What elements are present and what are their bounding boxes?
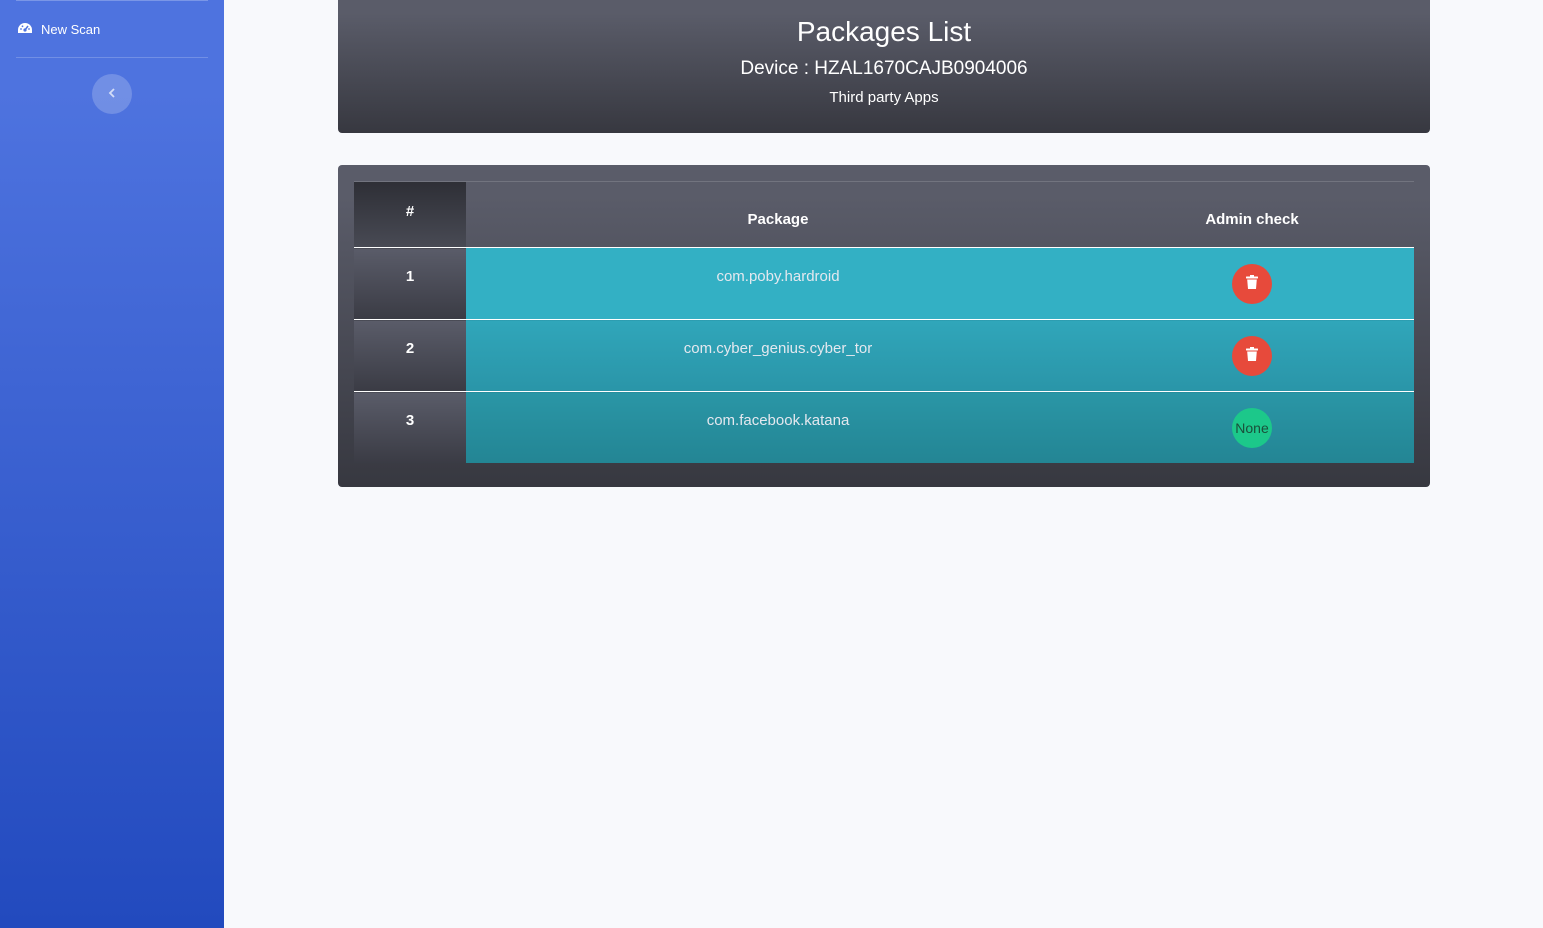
trash-icon	[1246, 275, 1258, 292]
delete-package-button[interactable]	[1232, 263, 1272, 304]
row-number: 2	[354, 319, 466, 392]
dashboard-gauge-icon	[16, 22, 33, 36]
column-header-package: Package	[466, 182, 1090, 248]
sidebar-item-new-scan[interactable]: New Scan	[16, 14, 208, 44]
row-number: 1	[354, 247, 466, 320]
page-title: Packages List	[796, 16, 972, 47]
chevron-left-icon	[108, 85, 116, 103]
sidebar-divider	[16, 57, 208, 58]
device-id: Device : HZAL1670CAJB0904006	[740, 58, 1028, 79]
column-header-number: #	[354, 182, 466, 248]
page-subtitle: Third party Apps	[829, 89, 939, 106]
sidebar-item-label: New Scan	[41, 21, 101, 37]
table-row: 3 com.facebook.katana None	[354, 391, 1414, 463]
sidebar-toggle-button[interactable]	[92, 74, 132, 114]
package-name: com.poby.hardroid	[466, 247, 1090, 320]
table-row: 2 com.cyber_genius.cyber_tor	[354, 319, 1414, 392]
packages-table-card: # Package Admin check 1 com.poby.hardroi…	[338, 165, 1430, 487]
package-name: com.facebook.katana	[466, 391, 1090, 463]
packages-table: # Package Admin check 1 com.poby.hardroi…	[354, 182, 1414, 463]
package-name: com.cyber_genius.cyber_tor	[466, 319, 1090, 392]
sidebar: New Scan	[0, 0, 224, 928]
delete-package-button[interactable]	[1232, 335, 1272, 376]
table-row: 1 com.poby.hardroid	[354, 247, 1414, 320]
column-header-admin-check: Admin check	[1090, 182, 1414, 248]
table-header-row: # Package Admin check	[354, 182, 1414, 248]
row-number: 3	[354, 391, 466, 463]
trash-icon	[1246, 347, 1258, 364]
page-header-card: Packages List Device : HZAL1670CAJB09040…	[338, 0, 1430, 133]
admin-check-cell: None	[1090, 391, 1414, 463]
admin-check-cell	[1090, 319, 1414, 392]
admin-check-cell	[1090, 247, 1414, 320]
sidebar-top-divider	[16, 0, 208, 1]
admin-none-button[interactable]: None	[1232, 407, 1272, 448]
